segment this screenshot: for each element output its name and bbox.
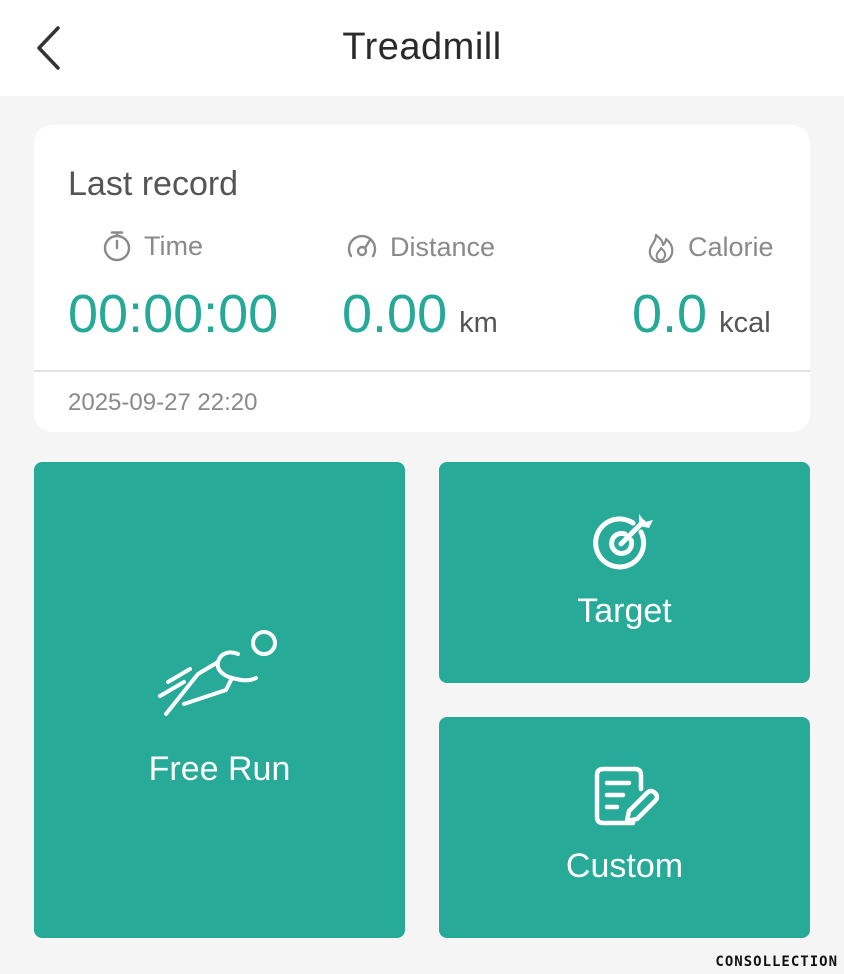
custom-label: Custom [565,847,684,885]
runner-icon [158,630,277,716]
distance-label: Distance [344,229,495,265]
target-label: Target [577,592,672,630]
time-value: 00:00:00 [68,283,278,345]
time-label-text: Time [144,230,203,261]
calorie-value: 0.0 kcal [632,283,771,345]
calorie-label-text: Calorie [688,231,774,262]
custom-button[interactable]: Custom [439,717,810,938]
calorie-label: Calorie [644,229,774,265]
distance-number: 0.00 [342,284,448,344]
distance-label-text: Distance [390,231,496,262]
card-divider [34,370,810,372]
calorie-number: 0.0 [632,284,708,344]
stopwatch-icon [103,231,131,262]
calorie-unit: kcal [719,307,771,339]
target-icon [593,514,653,570]
card-title: Last record [68,165,239,203]
last-record-card[interactable]: Last record Time Distance Calorie 00:00:… [34,125,810,432]
top-bar: Treadmill [0,0,844,96]
speedometer-icon [347,234,377,258]
free-run-label: Free Run [148,750,291,788]
time-number: 00:00:00 [68,284,279,344]
distance-value: 0.00 km [342,283,498,345]
record-date: 2025-09-27 22:20 [68,389,258,416]
page-title: Treadmill [342,26,502,68]
edit-document-icon [594,766,659,826]
free-run-button[interactable]: Free Run [34,462,405,938]
flame-icon [648,233,674,264]
target-button[interactable]: Target [439,462,810,683]
time-label: Time [100,229,203,263]
watermark-text: CONSOLLECTION [715,954,838,970]
distance-unit: km [459,307,498,339]
